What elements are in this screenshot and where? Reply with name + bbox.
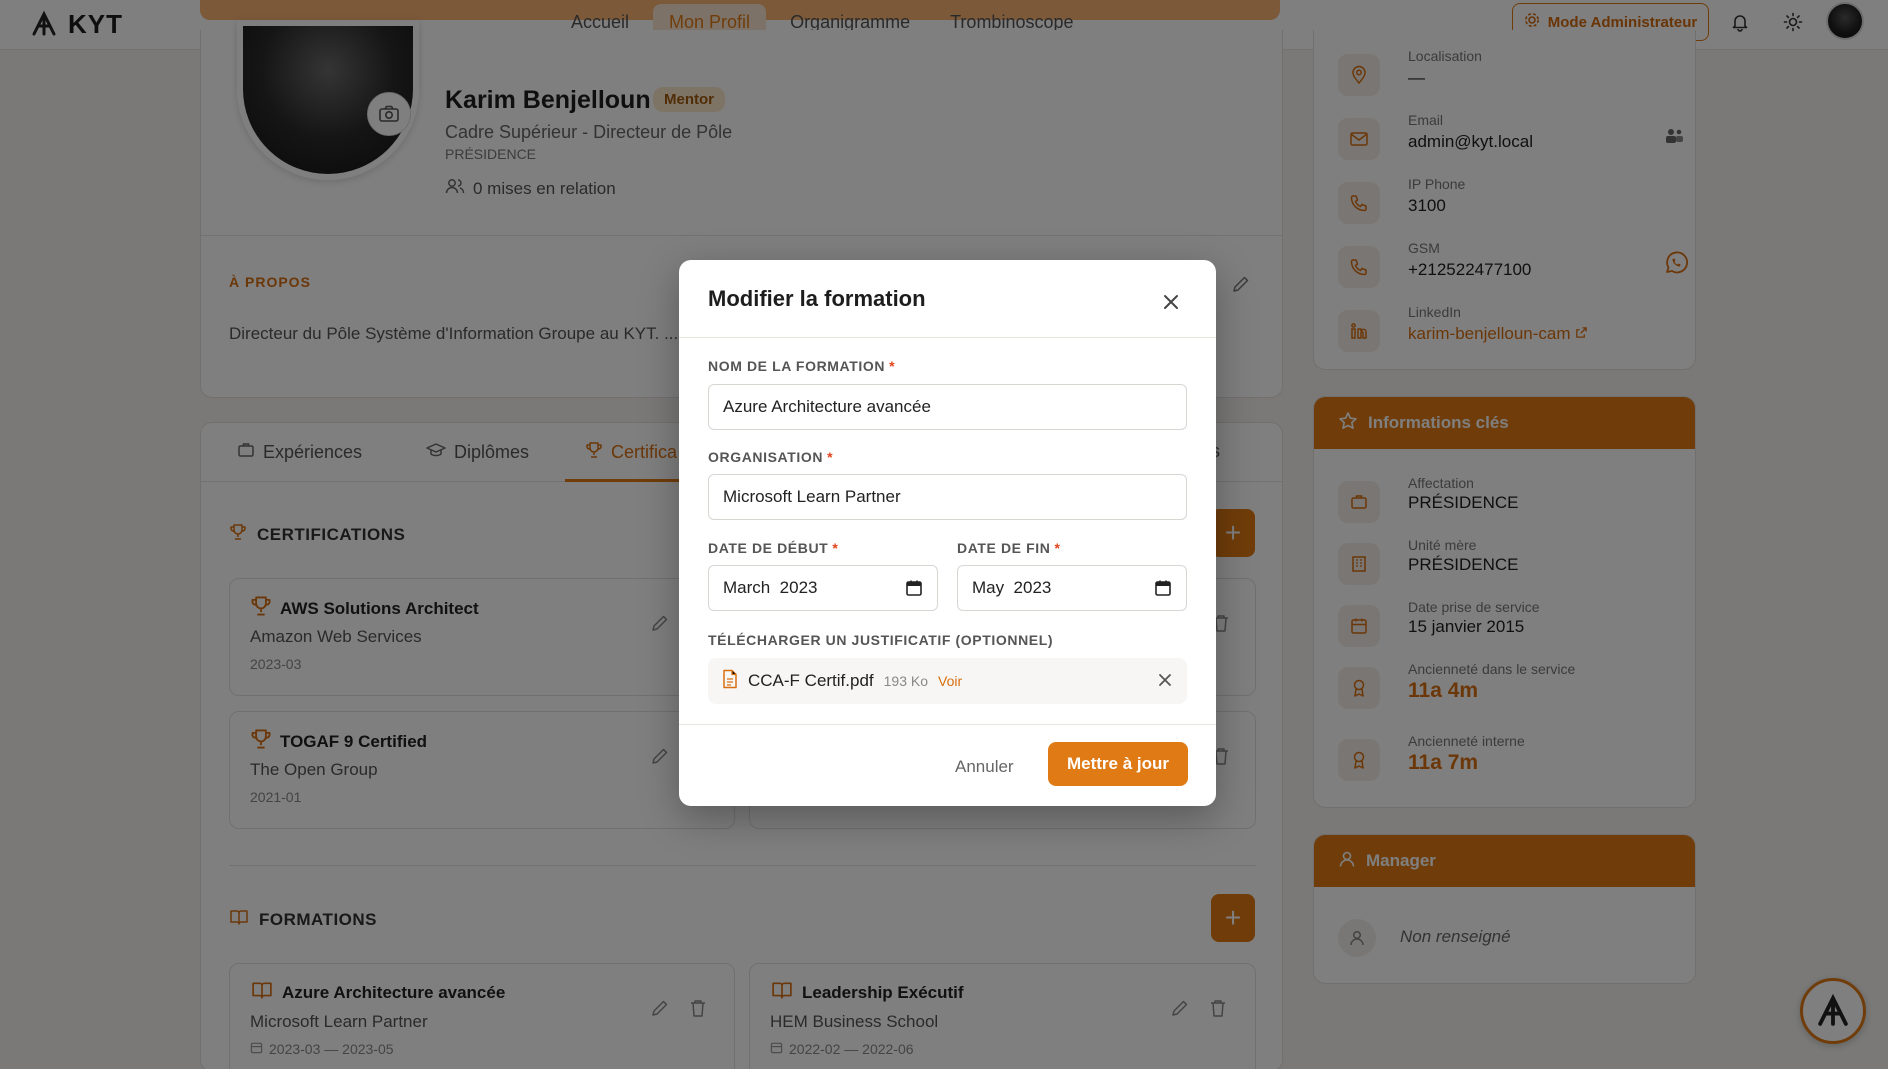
required-mark: * <box>889 358 896 374</box>
remove-file-icon[interactable] <box>1157 672 1173 693</box>
attached-file: CCA-F Certif.pdf 193 Ko Voir <box>708 658 1187 704</box>
organisation-value: Microsoft Learn Partner <box>723 487 901 506</box>
end-date-input[interactable]: May 2023 <box>957 565 1187 611</box>
end-date-label: DATE DE FIN * <box>957 540 1061 556</box>
dialog-header-divider <box>679 337 1216 338</box>
dialog-footer-divider <box>679 724 1216 725</box>
file-icon <box>722 669 738 694</box>
file-size: 193 Ko <box>883 673 929 689</box>
formation-name-label: NOM DE LA FORMATION * <box>708 358 895 374</box>
organisation-input[interactable]: Microsoft Learn Partner <box>708 474 1187 520</box>
dialog-title: Modifier la formation <box>708 286 926 311</box>
start-date-input[interactable]: March 2023 <box>708 565 938 611</box>
edit-formation-dialog: Modifier la formation NOM DE LA FORMATIO… <box>679 260 1216 806</box>
organisation-label-text: ORGANISATION <box>708 449 824 465</box>
formation-name-value: Azure Architecture avancée <box>723 397 931 416</box>
required-mark: * <box>832 540 839 556</box>
end-date-label-text: DATE DE FIN <box>957 540 1051 556</box>
update-button[interactable]: Mettre à jour <box>1048 742 1188 786</box>
upload-label: TÉLÉCHARGER UN JUSTIFICATIF (OPTIONNEL) <box>708 632 1054 648</box>
required-mark: * <box>827 449 834 465</box>
organisation-label: ORGANISATION * <box>708 449 833 465</box>
calendar-icon[interactable] <box>905 579 923 602</box>
required-mark: * <box>1054 540 1061 556</box>
start-date-label-text: DATE DE DÉBUT <box>708 540 829 556</box>
end-date-value: May 2023 <box>972 578 1052 597</box>
view-file-link[interactable]: Voir <box>938 673 962 689</box>
start-date-value: March 2023 <box>723 578 818 597</box>
calendar-icon[interactable] <box>1154 579 1172 602</box>
formation-name-input[interactable]: Azure Architecture avancée <box>708 384 1187 430</box>
formation-name-label-text: NOM DE LA FORMATION <box>708 358 886 374</box>
cancel-button[interactable]: Annuler <box>941 751 1028 783</box>
file-name: CCA-F Certif.pdf <box>748 671 874 690</box>
start-date-label: DATE DE DÉBUT * <box>708 540 838 556</box>
close-icon[interactable] <box>1159 290 1183 314</box>
